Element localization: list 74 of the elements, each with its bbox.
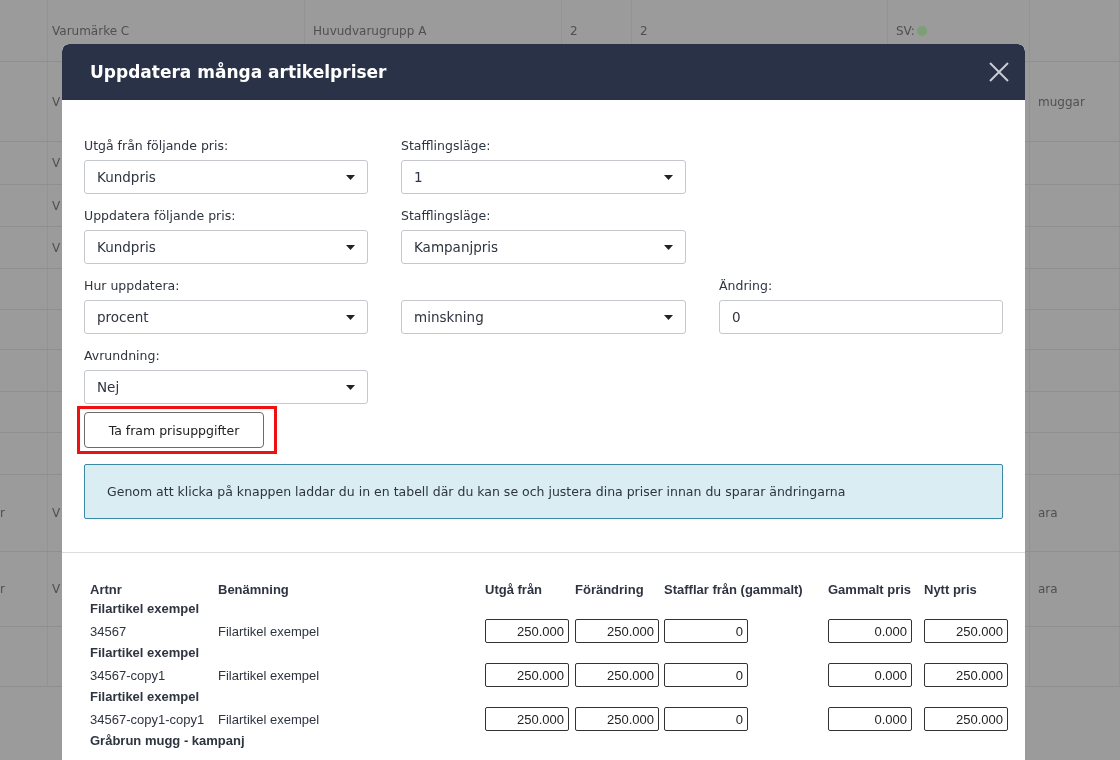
price-field[interactable]: 250.000 (924, 663, 1008, 687)
group-title: Filartikel exempel (90, 688, 200, 706)
table-cell: V (52, 198, 61, 213)
dialog-title: Uppdatera många artikelpriser (90, 62, 387, 82)
field-label: Hur uppdatera: (84, 278, 181, 294)
table-cell: SV: (896, 23, 915, 38)
dropdown[interactable]: Kundpris (84, 230, 368, 264)
group-title: Gråbrun mugg - kampanj (90, 732, 245, 750)
price-field[interactable]: 250.000 (924, 707, 1008, 731)
price-field[interactable]: 0 (664, 707, 748, 731)
dropdown[interactable]: Kampanjpris (401, 230, 686, 264)
table-cell: 2 (570, 23, 578, 38)
table-cell: V (52, 94, 61, 109)
column-header: Nytt pris (924, 581, 978, 597)
table-cell-text: Filartikel exempel (218, 711, 321, 727)
table-cell: V (52, 156, 61, 170)
price-field[interactable]: 250.000 (485, 707, 569, 731)
table-cell: ara (1038, 506, 1058, 520)
fetch-prices-button[interactable]: Ta fram prisuppgifter (84, 412, 264, 448)
table-cell: V (52, 582, 61, 596)
input-field[interactable]: 0 (719, 300, 1003, 334)
price-field[interactable]: 250.000 (924, 619, 1008, 643)
caret-icon (664, 244, 673, 250)
dropdown[interactable]: Nej (84, 370, 368, 404)
column-header: Artnr (90, 581, 123, 597)
close-icon[interactable] (989, 62, 1009, 82)
table-cell: r (0, 506, 5, 520)
table-cell-text: 34567 (90, 623, 128, 639)
table-cell: V (52, 506, 61, 520)
price-field[interactable]: 250.000 (575, 619, 659, 643)
dropdown[interactable]: 1 (401, 160, 686, 194)
caret-icon (346, 174, 355, 180)
field-label: Avrundning: (84, 348, 161, 364)
column-header: Gammalt pris (828, 581, 913, 597)
table-cell: V (52, 240, 61, 255)
table-cell: r (0, 582, 5, 596)
price-field[interactable]: 250.000 (485, 663, 569, 687)
price-field[interactable]: 0.000 (828, 707, 912, 731)
price-field[interactable]: 0.000 (828, 663, 912, 687)
table-cell: muggar (1038, 94, 1085, 109)
table-cell: ara (1038, 582, 1058, 596)
field-label: Uppdatera följande pris: (84, 208, 237, 224)
table-cell: Varumärke C (52, 23, 130, 38)
group-title: Filartikel exempel (90, 600, 200, 618)
table-cell-text: Filartikel exempel (218, 667, 321, 683)
price-field[interactable]: 250.000 (575, 707, 659, 731)
info-box: Genom att klicka på knappen laddar du in en tabell där du kan se och justera dina priser innan du sparar ändringarna (84, 464, 1003, 519)
caret-icon (346, 384, 355, 390)
group-title: Filartikel exempel (90, 644, 200, 662)
caret-icon (346, 314, 355, 320)
column-header: Förändring (575, 581, 645, 597)
column-header: Stafflar från (gammalt) (664, 581, 804, 597)
caret-icon (346, 244, 355, 250)
price-field[interactable]: 0 (664, 619, 748, 643)
dropdown[interactable]: Kundpris (84, 160, 368, 194)
caret-icon (664, 314, 673, 320)
dropdown[interactable]: procent (84, 300, 368, 334)
price-field[interactable]: 250.000 (575, 663, 659, 687)
price-field[interactable]: 0 (664, 663, 748, 687)
caret-icon (664, 174, 673, 180)
column-header: Benämning (218, 581, 290, 597)
dropdown[interactable]: minskning (401, 300, 686, 334)
field-label: Utgå från följande pris: (84, 138, 230, 154)
table-cell-text: Filartikel exempel (218, 623, 321, 639)
price-field[interactable]: 0.000 (828, 619, 912, 643)
field-label: Stafflingsläge: (401, 208, 492, 224)
field-label: Ändring: (719, 278, 774, 294)
table-cell-text: 34567-copy1-copy1 (90, 711, 206, 727)
column-header: Utgå från (485, 581, 544, 597)
price-field[interactable]: 250.000 (485, 619, 569, 643)
field-label: Stafflingsläge: (401, 138, 492, 154)
table-cell: 2 (640, 23, 648, 38)
table-cell-text: 34567-copy1 (90, 667, 167, 683)
table-cell: Huvudvarugrupp A (313, 23, 427, 38)
